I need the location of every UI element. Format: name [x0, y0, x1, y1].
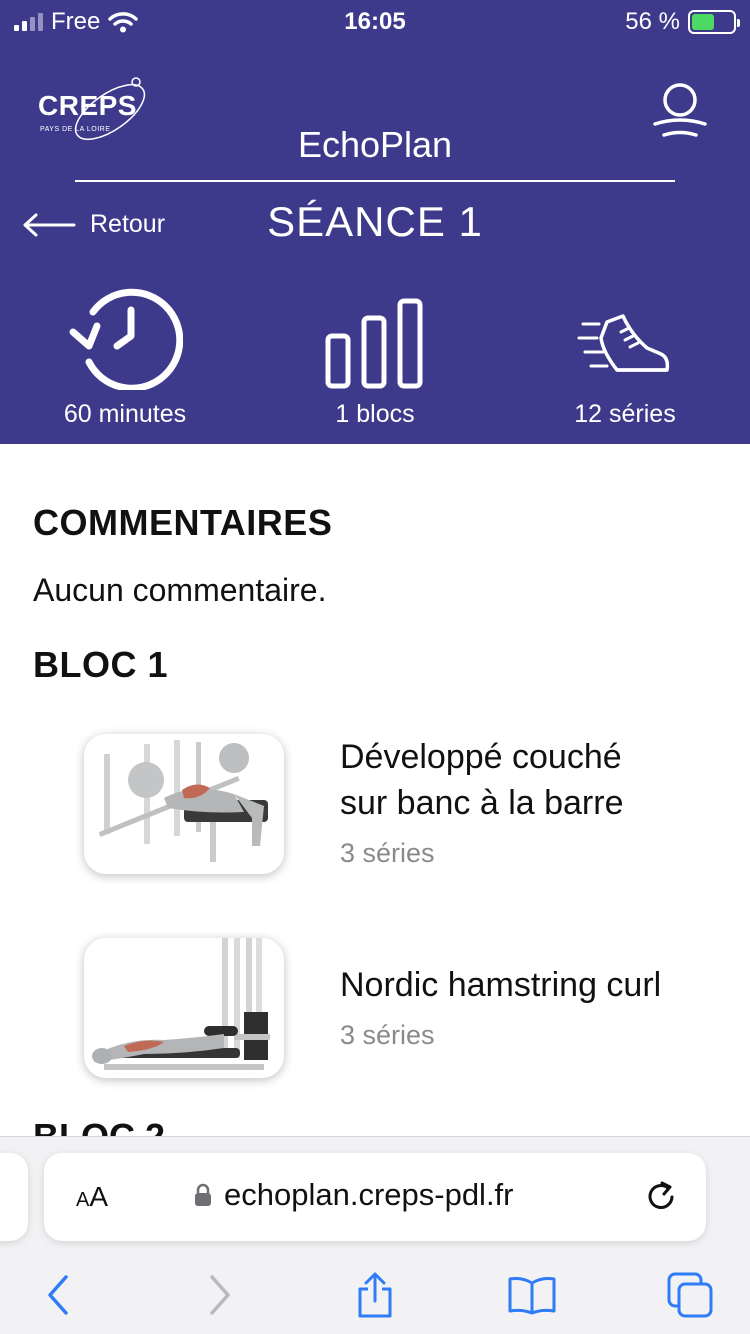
running-shoe-icon [577, 314, 670, 372]
session-content: COMMENTAIRES Aucun commentaire. BLOC 1 D… [0, 444, 750, 1144]
bench-press-illustration [84, 734, 284, 874]
battery-icon [688, 10, 740, 34]
user-icon [653, 83, 707, 137]
forward-icon [210, 1275, 230, 1315]
url-text: echoplan.creps-pdl.fr [224, 1177, 514, 1212]
stat-duration-label: 60 minutes [63, 400, 187, 428]
session-title: SÉANCE 1 [267, 198, 483, 245]
stat-series-label: 12 séries [574, 400, 676, 428]
logo-name: CREPS [38, 90, 137, 121]
stat-series: 12 séries [500, 280, 750, 429]
battery-level [692, 14, 715, 30]
stat-duration: 60 minutes [0, 280, 250, 429]
exercise-name-line2: sur banc à la barre [340, 784, 624, 822]
exercise-sets: 3 séries [340, 1020, 435, 1050]
comments-text: Aucun commentaire. [33, 572, 327, 608]
bloc-title: BLOC 1 [33, 644, 169, 685]
stat-blocks: 1 blocs [250, 280, 500, 429]
app-title: EchoPlan [297, 124, 453, 165]
exercise-sets: 3 séries [340, 838, 435, 868]
bars-chart-icon [325, 298, 423, 389]
url-display[interactable]: echoplan.creps-pdl.fr [194, 1177, 514, 1213]
back-nav-button[interactable] [28, 1265, 88, 1325]
reload-icon[interactable] [642, 1177, 682, 1217]
share-icon [358, 1272, 392, 1318]
session-header: CREPS PAYS DE LA LOIRE EchoPlan Retour S… [0, 42, 750, 444]
back-icon [48, 1275, 68, 1315]
share-button[interactable] [345, 1265, 405, 1325]
previous-tab-pill[interactable] [0, 1153, 28, 1241]
stopwatch-icon [69, 288, 183, 390]
exercise-item[interactable]: Développé couché sur banc à la barre 3 s… [84, 734, 724, 874]
address-bar[interactable]: AA echoplan.creps-pdl.fr [44, 1153, 706, 1241]
profile-button[interactable] [650, 80, 710, 140]
forward-nav-button[interactable] [190, 1265, 250, 1325]
lock-icon [195, 1183, 211, 1206]
bookmarks-icon [508, 1277, 556, 1315]
tabs-button[interactable] [660, 1265, 720, 1325]
tabs-icon [667, 1272, 713, 1318]
nordic-hamstring-curl-illustration [84, 938, 284, 1078]
stat-blocks-label: 1 blocs [335, 400, 415, 428]
text-size-button[interactable]: AA [76, 1181, 108, 1213]
header-divider [75, 180, 675, 182]
status-right: 56 % [625, 8, 740, 36]
browser-toolbar [0, 1265, 750, 1325]
exercise-name: Développé couché sur banc à la barre [340, 734, 624, 826]
status-bar: Free 16:05 56 % [0, 0, 750, 42]
exercise-name-line1: Développé couché [340, 738, 622, 776]
exercise-item[interactable]: Nordic hamstring curl 3 séries [84, 938, 724, 1078]
comments-title: COMMENTAIRES [33, 502, 333, 543]
exercise-name: Nordic hamstring curl [340, 966, 662, 1004]
browser-bottom-bar: AA echoplan.creps-pdl.fr [0, 1136, 750, 1334]
battery-percent: 56 % [625, 8, 680, 35]
bookmarks-button[interactable] [502, 1265, 562, 1325]
